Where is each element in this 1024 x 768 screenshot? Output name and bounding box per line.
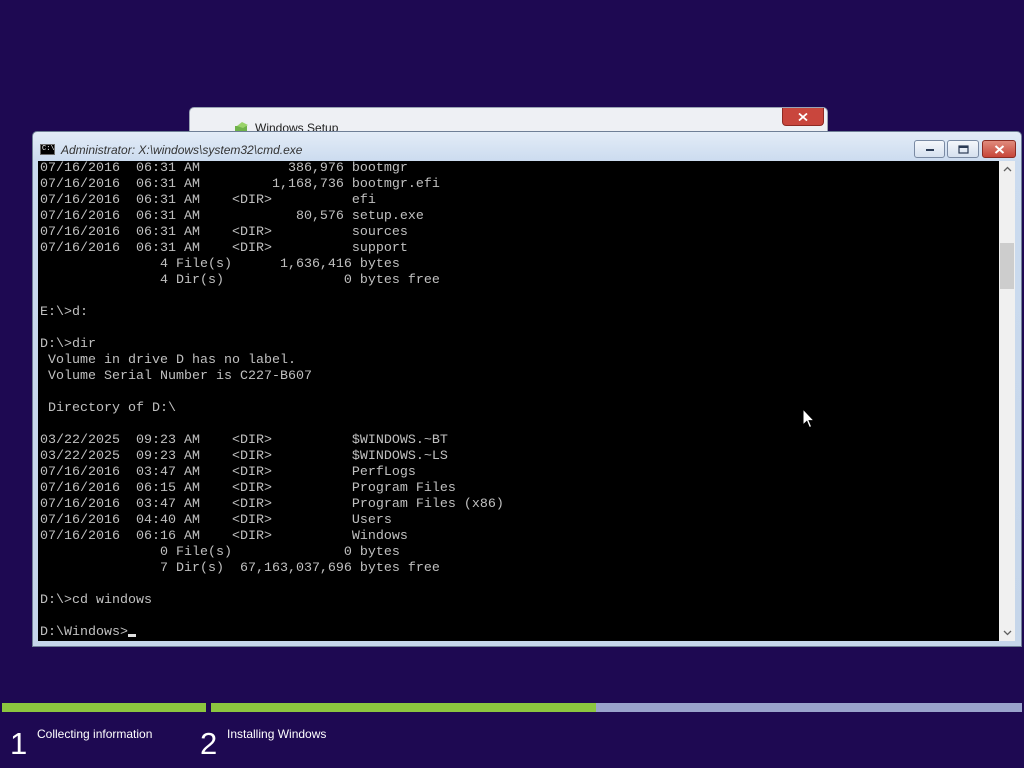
console-line: 0 File(s) 0 bytes: [40, 545, 400, 560]
vertical-scrollbar[interactable]: [999, 161, 1015, 641]
mouse-pointer-icon: [802, 408, 815, 429]
console-line: 4 Dir(s) 0 bytes free: [40, 273, 440, 288]
step-2-label: Installing Windows: [227, 727, 327, 741]
console-line: Directory of D:\: [40, 401, 176, 416]
cmd-icon: C:\: [40, 144, 55, 155]
close-icon: [798, 112, 808, 121]
console-prompt-line[interactable]: D:\Windows>: [38, 625, 999, 641]
console-line: 03/22/2025 09:23 AM <DIR> $WINDOWS.~LS: [40, 449, 448, 464]
console-line: 07/16/2016 06:31 AM <DIR> sources: [40, 225, 408, 240]
chevron-up-icon: [1003, 166, 1011, 172]
console-line: D:\>dir: [40, 337, 96, 352]
progress-bar-step-1: [2, 703, 206, 712]
console-line: 07/16/2016 04:40 AM <DIR> Users: [40, 513, 392, 528]
console-prompt: D:\Windows>: [40, 625, 128, 640]
console-line: 07/16/2016 06:31 AM 1,168,736 bootmgr.ef…: [40, 177, 440, 192]
console-line: 07/16/2016 06:31 AM 80,576 setup.exe: [40, 209, 424, 224]
scroll-up-button[interactable]: [999, 161, 1015, 177]
close-button[interactable]: [982, 140, 1016, 158]
step-1-number: 1: [10, 726, 28, 761]
setup-progress-strip: [0, 702, 1024, 713]
console-line: D:\>cd windows: [40, 593, 152, 608]
close-icon: [994, 144, 1004, 154]
cmd-window[interactable]: C:\ Administrator: X:\windows\system32\c…: [32, 131, 1022, 647]
console-line: 4 File(s) 1,636,416 bytes: [40, 257, 400, 272]
console-line: 07/16/2016 03:47 AM <DIR> Program Files …: [40, 497, 504, 512]
maximize-icon: [957, 144, 969, 154]
console-line: 03/22/2025 09:23 AM <DIR> $WINDOWS.~BT: [40, 433, 448, 448]
text-cursor: [127, 634, 136, 637]
console-line: 07/16/2016 06:31 AM 386,976 bootmgr: [40, 161, 408, 176]
step-2-number: 2: [200, 726, 218, 761]
cmd-window-title: Administrator: X:\windows\system32\cmd.e…: [61, 143, 303, 157]
console-line: 7 Dir(s) 67,163,037,696 bytes free: [40, 561, 440, 576]
minimize-button[interactable]: [914, 140, 945, 158]
progress-bar-step-2: [211, 703, 1022, 712]
step-1-label: Collecting information: [37, 727, 153, 741]
console-line: 07/16/2016 06:31 AM <DIR> support: [40, 241, 408, 256]
console-line: Volume Serial Number is C227-B607: [40, 369, 312, 384]
chevron-down-icon: [1003, 630, 1011, 636]
progress-fill-step-1: [2, 703, 206, 712]
console-line: 07/16/2016 06:15 AM <DIR> Program Files: [40, 481, 456, 496]
scroll-down-button[interactable]: [999, 625, 1015, 641]
maximize-button[interactable]: [947, 140, 979, 158]
setup-close-button[interactable]: [782, 108, 824, 126]
console-line: 07/16/2016 06:31 AM <DIR> efi: [40, 193, 376, 208]
console-client-area[interactable]: 07/16/2016 06:31 AM 386,976 bootmgr 07/1…: [38, 161, 1015, 641]
progress-fill-step-2: [211, 703, 597, 712]
console-line: 07/16/2016 03:47 AM <DIR> PerfLogs: [40, 465, 416, 480]
console-line: 07/16/2016 06:16 AM <DIR> Windows: [40, 529, 408, 544]
minimize-icon: [925, 149, 934, 151]
console-line: Volume in drive D has no label.: [40, 353, 296, 368]
console-output[interactable]: 07/16/2016 06:31 AM 386,976 bootmgr 07/1…: [38, 161, 999, 641]
console-line: E:\>d:: [40, 305, 88, 320]
scrollbar-thumb[interactable]: [1000, 243, 1014, 289]
